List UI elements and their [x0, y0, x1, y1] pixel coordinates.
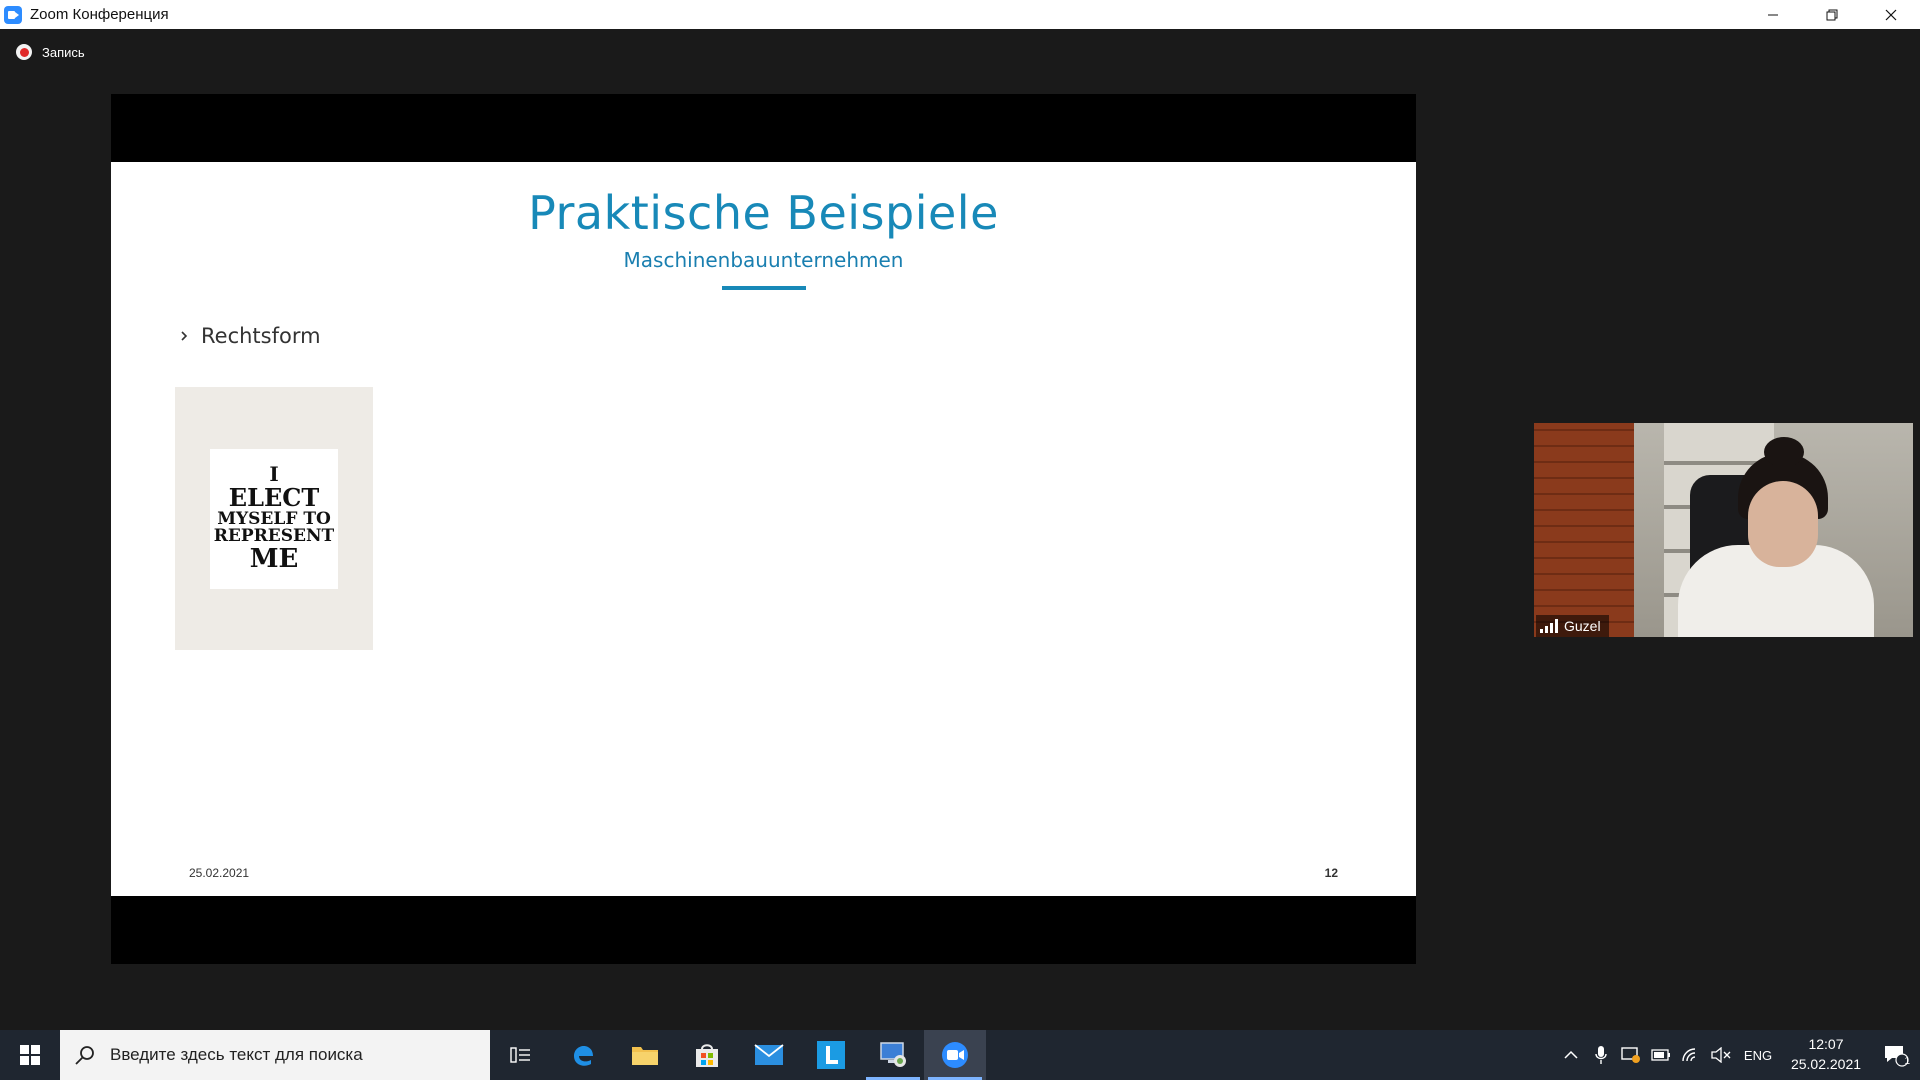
tray-expand-button[interactable]: [1556, 1030, 1586, 1080]
video-brick-wall: [1534, 423, 1634, 637]
zoom-app-icon: [4, 5, 22, 24]
poster-text: I ELECT MYSELF TO REPRESENT ME: [210, 449, 338, 589]
window-title: Zoom Конференция: [30, 6, 169, 23]
taskbar-clock[interactable]: 12:07 25.02.2021: [1780, 1035, 1872, 1074]
windows-taskbar: ENG 12:07 25.02.2021 1: [0, 1030, 1920, 1080]
participant-name-tag: Guzel: [1536, 615, 1609, 637]
window-titlebar: Zoom Конференция: [0, 0, 1920, 29]
task-view-icon: [510, 1047, 530, 1063]
taskbar-search[interactable]: [60, 1030, 490, 1080]
search-input[interactable]: [110, 1045, 470, 1065]
tray-microphone[interactable]: [1586, 1030, 1616, 1080]
folder-icon: [632, 1047, 658, 1065]
record-icon: [16, 44, 32, 60]
volume-muted-icon: [1711, 1047, 1731, 1063]
slide-subtitle: Maschinenbauunternehmen: [623, 248, 904, 272]
slide-date: 25.02.2021: [189, 866, 250, 880]
taskbar-store[interactable]: [676, 1030, 738, 1080]
system-tray: ENG 12:07 25.02.2021 1: [1556, 1030, 1920, 1080]
minimize-button[interactable]: [1743, 0, 1802, 29]
l-app-icon: [817, 1041, 845, 1069]
taskbar-edge[interactable]: [552, 1030, 614, 1080]
poster-line: ME: [249, 544, 299, 575]
taskbar-mail[interactable]: [738, 1030, 800, 1080]
meeting-area: Запись Praktische Beispiele Maschinenbau…: [0, 29, 1920, 1030]
tray-volume[interactable]: [1706, 1030, 1736, 1080]
restore-button[interactable]: [1802, 0, 1861, 29]
task-view-button[interactable]: [490, 1030, 552, 1080]
minimize-icon: [1767, 14, 1778, 15]
windows-logo-icon: [20, 1045, 40, 1065]
slide-page-number: 12: [1324, 866, 1338, 880]
window-controls: [1743, 0, 1920, 29]
search-icon: [75, 1046, 94, 1065]
tray-network-status[interactable]: [1616, 1030, 1646, 1080]
poster-image: I ELECT MYSELF TO REPRESENT ME: [175, 387, 373, 650]
clock-date: 25.02.2021: [1790, 1056, 1862, 1072]
start-button[interactable]: [0, 1030, 60, 1080]
close-icon: [1885, 9, 1896, 20]
notification-center-button[interactable]: 1: [1872, 1030, 1920, 1080]
taskbar-zoom[interactable]: [924, 1030, 986, 1080]
taskbar-file-explorer[interactable]: [614, 1030, 676, 1080]
participant-name: Guzel: [1564, 618, 1601, 634]
chevron-right-icon: [181, 331, 188, 341]
recording-label: Запись: [42, 44, 85, 60]
tray-battery[interactable]: [1646, 1030, 1676, 1080]
mail-icon: [754, 1044, 784, 1065]
participant-video[interactable]: Guzel: [1534, 423, 1913, 637]
wifi-icon: [1682, 1048, 1696, 1062]
computer-icon: [880, 1042, 906, 1067]
close-button[interactable]: [1861, 0, 1920, 29]
video-person-bun: [1764, 437, 1804, 467]
clock-time: 12:07: [1808, 1036, 1844, 1053]
input-language[interactable]: ENG: [1736, 1048, 1780, 1063]
poster-line: ELECT: [228, 483, 320, 513]
slide-title: Praktische Beispiele: [528, 186, 999, 240]
notification-count: 1: [1904, 1056, 1910, 1067]
poster-line: I: [269, 462, 279, 487]
bullet-text: Rechtsform: [201, 324, 321, 348]
title-underline: [722, 286, 806, 290]
signal-strength-icon: [1540, 619, 1558, 633]
battery-icon: [1651, 1049, 1670, 1061]
video-person-face: [1748, 481, 1818, 567]
edge-browser-icon: [574, 1046, 593, 1066]
screen-share-view[interactable]: Praktische Beispiele Maschinenbauunterne…: [111, 94, 1416, 964]
taskbar-remote-app[interactable]: [862, 1030, 924, 1080]
tray-wifi[interactable]: [1676, 1030, 1706, 1080]
taskbar-l-app[interactable]: [800, 1030, 862, 1080]
chevron-up-icon: [1564, 1050, 1578, 1059]
restore-icon: [1826, 9, 1837, 20]
microphone-icon: [1595, 1046, 1607, 1064]
presentation-slide: Praktische Beispiele Maschinenbauunterne…: [111, 162, 1416, 896]
recording-indicator[interactable]: Запись: [16, 44, 85, 60]
display-warning-icon: [1621, 1047, 1640, 1063]
zoom-icon: [942, 1042, 968, 1068]
slide-bullet: Rechtsform: [179, 324, 321, 348]
store-bag-icon: [696, 1044, 718, 1067]
